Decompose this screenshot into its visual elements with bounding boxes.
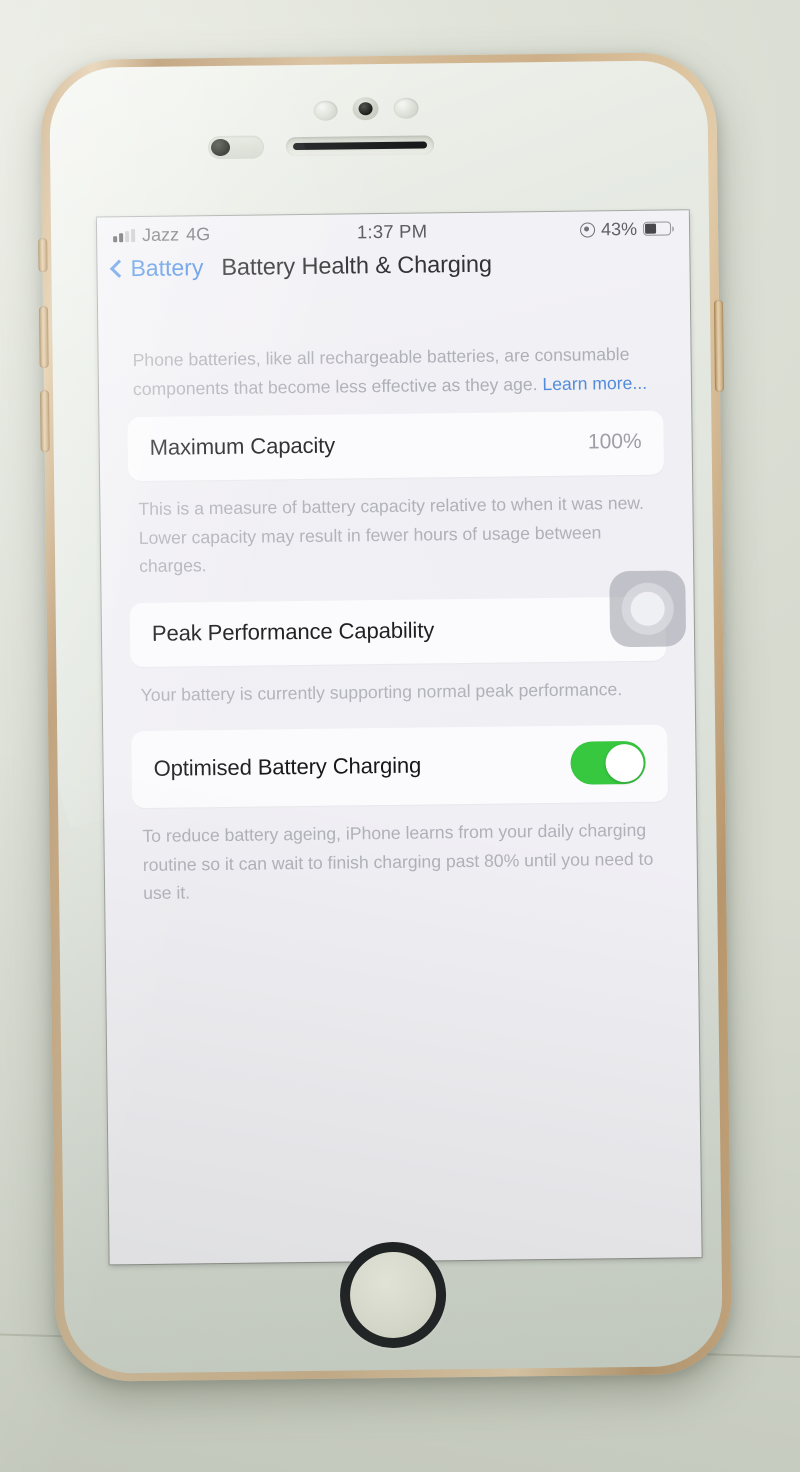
maximum-capacity-footer: This is a measure of battery capacity re… bbox=[138, 492, 645, 577]
phone-display: Jazz 4G 1:37 PM 43% Battery Battery Heal… bbox=[96, 210, 702, 1265]
back-button-label: Battery bbox=[130, 254, 204, 282]
optimised-charging-footer: To reduce battery ageing, iPhone learns … bbox=[142, 819, 654, 903]
clock-label: 1:37 PM bbox=[356, 220, 428, 243]
peak-performance-label: Peak Performance Capability bbox=[151, 616, 435, 646]
ambient-light-sensor-icon bbox=[393, 97, 419, 119]
learn-more-link[interactable]: Learn more... bbox=[542, 372, 647, 393]
iphone-device: Jazz 4G 1:37 PM 43% Battery Battery Heal… bbox=[38, 51, 733, 1383]
maximum-capacity-row[interactable]: Maximum Capacity 100% bbox=[127, 411, 664, 482]
network-type-label: 4G bbox=[185, 223, 211, 244]
optimised-charging-label: Optimised Battery Charging bbox=[153, 752, 422, 781]
mute-switch[interactable] bbox=[38, 238, 48, 273]
volume-down-button[interactable] bbox=[39, 390, 50, 453]
location-services-icon bbox=[579, 221, 596, 238]
photo-scene: Jazz 4G 1:37 PM 43% Battery Battery Heal… bbox=[0, 0, 800, 1472]
intro-note: Phone batteries, like all rechargeable b… bbox=[98, 287, 691, 417]
peak-performance-row[interactable]: Peak Performance Capability bbox=[130, 596, 667, 667]
maximum-capacity-value: 100% bbox=[587, 429, 642, 454]
battery-percent-label: 43% bbox=[600, 218, 638, 239]
peak-performance-footer: Your battery is currently supporting nor… bbox=[140, 678, 623, 705]
volume-up-button[interactable] bbox=[38, 306, 49, 369]
earpiece-speaker bbox=[285, 135, 435, 157]
power-button[interactable] bbox=[713, 299, 725, 392]
proximity-sensor-icon bbox=[313, 100, 338, 121]
status-bar: Jazz 4G 1:37 PM 43% bbox=[97, 210, 689, 253]
home-button[interactable] bbox=[339, 1241, 447, 1349]
settings-content: Phone batteries, like all rechargeable b… bbox=[98, 287, 698, 930]
chevron-left-icon bbox=[109, 259, 129, 278]
assistive-touch-outer-ring bbox=[621, 582, 675, 636]
maximum-capacity-card: Maximum Capacity 100% bbox=[127, 410, 665, 482]
carrier-label: Jazz bbox=[141, 223, 180, 245]
peak-performance-card: Peak Performance Capability bbox=[129, 596, 667, 667]
status-bar-left: Jazz 4G bbox=[113, 222, 357, 246]
optimised-charging-row[interactable]: Optimised Battery Charging bbox=[131, 725, 668, 809]
front-camera-icon bbox=[352, 97, 379, 121]
optimised-charging-toggle[interactable] bbox=[570, 740, 646, 785]
battery-icon bbox=[642, 221, 672, 236]
assistive-touch-button[interactable] bbox=[609, 570, 687, 648]
assistive-touch-inner-ring bbox=[630, 591, 665, 627]
microphone-icon bbox=[207, 135, 265, 160]
navigation-bar: Battery Battery Health & Charging bbox=[97, 246, 689, 294]
back-button[interactable]: Battery bbox=[109, 254, 204, 282]
signal-strength-icon bbox=[113, 228, 136, 242]
phone-front-glass: Jazz 4G 1:37 PM 43% Battery Battery Heal… bbox=[49, 60, 723, 1374]
optimised-charging-card: Optimised Battery Charging bbox=[131, 724, 669, 809]
page-title: Battery Health & Charging bbox=[221, 250, 493, 280]
maximum-capacity-label: Maximum Capacity bbox=[149, 432, 336, 460]
status-bar-right: 43% bbox=[427, 218, 672, 242]
